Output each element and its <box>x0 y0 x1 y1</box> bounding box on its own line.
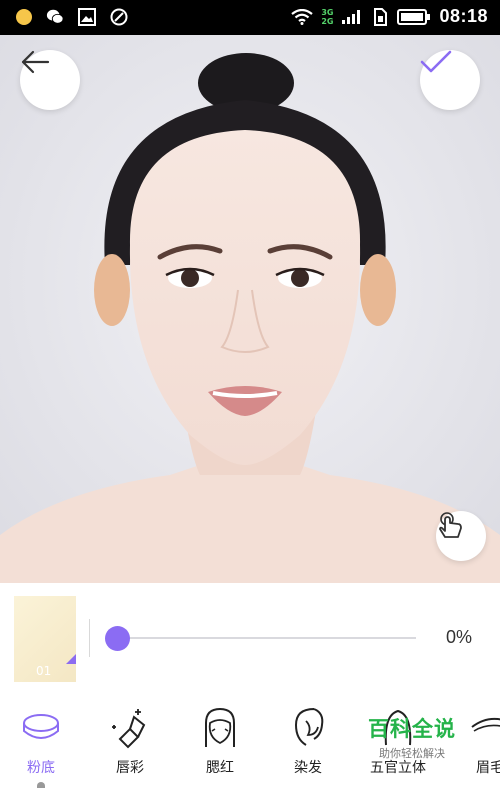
unknown-app-icon <box>110 8 128 26</box>
tool-hair-dye[interactable]: 染发 <box>268 705 348 777</box>
lipstick-icon <box>112 709 146 749</box>
intensity-slider-handle[interactable] <box>105 626 130 651</box>
foundation-swatch[interactable]: 01 <box>14 596 76 682</box>
watermark-title: 百科全说 <box>368 717 456 741</box>
tool-lipstick[interactable]: 唇彩 <box>90 705 170 777</box>
hand-touch-icon <box>439 512 462 538</box>
adjust-panel: 01 0% <box>0 583 500 695</box>
eyebrow-icon <box>471 717 500 732</box>
swatch-number: 01 <box>36 664 52 678</box>
notification-dot-icon <box>16 9 32 25</box>
network-type: 3G 2G <box>321 8 333 26</box>
intensity-slider-track[interactable] <box>116 637 416 639</box>
signal-icon <box>342 9 361 24</box>
wechat-icon <box>46 9 64 24</box>
network-type-bottom: 2G <box>321 16 334 26</box>
watermark: 百科全说 助你轻松解决 <box>360 713 464 761</box>
watermark-subtitle: 助你轻松解决 <box>379 747 445 760</box>
arrow-left-icon <box>21 50 50 74</box>
status-bar: 3G 2G 08:18 <box>0 0 500 35</box>
network-type-top: 3G <box>321 7 334 17</box>
tool-label: 染发 <box>294 760 322 776</box>
blush-icon <box>205 707 235 747</box>
tool-label: 唇彩 <box>116 760 144 776</box>
gesture-button[interactable] <box>436 511 486 561</box>
selected-corner-icon <box>66 654 76 664</box>
status-time: 08:18 <box>439 6 488 26</box>
tool-label: 粉底 <box>27 760 55 776</box>
tool-label: 腮红 <box>206 760 234 776</box>
divider <box>89 619 90 657</box>
gallery-icon <box>78 8 96 26</box>
active-tab-indicator <box>37 782 45 788</box>
battery-icon <box>397 8 431 25</box>
face-preview[interactable] <box>0 35 500 583</box>
wifi-icon <box>291 8 313 25</box>
confirm-button[interactable] <box>420 50 480 110</box>
face-photo <box>0 35 500 583</box>
tool-blush[interactable]: 腮红 <box>180 705 260 777</box>
intensity-percent: 0% <box>445 627 472 647</box>
hair-dye-icon <box>294 708 324 746</box>
back-button[interactable] <box>20 50 80 110</box>
tool-foundation[interactable]: 粉底 <box>1 705 81 777</box>
sim-icon <box>374 7 388 26</box>
foundation-icon <box>23 714 59 739</box>
checkmark-icon <box>420 50 452 73</box>
